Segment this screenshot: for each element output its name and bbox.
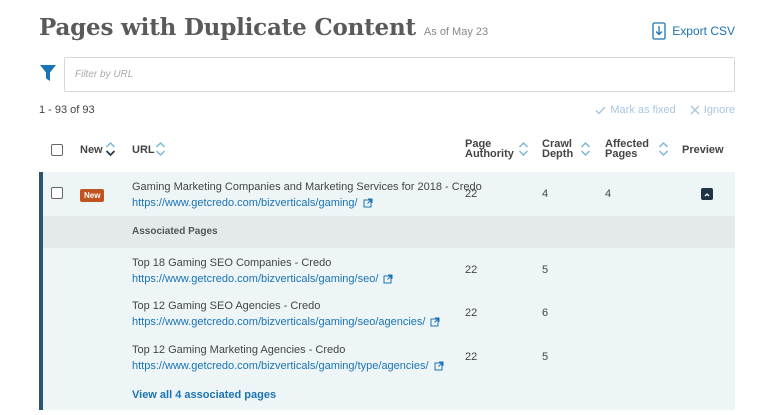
- associated-pages-title: Associated Pages: [132, 226, 218, 237]
- column-page-authority[interactable]: Page Authority: [465, 139, 514, 160]
- affected-pages-value: 4: [605, 188, 612, 200]
- external-link-icon[interactable]: [363, 198, 373, 208]
- column-url[interactable]: URL: [132, 145, 155, 156]
- crawl-depth-value: 5: [542, 351, 549, 363]
- select-all-checkbox[interactable]: [51, 144, 63, 156]
- page-authority-value: 22: [465, 351, 478, 363]
- preview-toggle-button[interactable]: [701, 188, 713, 200]
- as-of-date: As of May 23: [423, 26, 489, 38]
- table-row: New Gaming Marketing Companies and Marke…: [39, 172, 735, 216]
- export-csv-button[interactable]: Export CSV: [652, 22, 735, 40]
- associated-page-title: Top 12 Gaming Marketing Agencies - Credo: [132, 344, 346, 356]
- page-title: Pages with Duplicate Content: [39, 14, 416, 41]
- page-authority-value: 22: [465, 264, 478, 276]
- associated-pages-list: Top 18 Gaming SEO Companies - Credo http…: [39, 248, 735, 410]
- check-icon: [595, 106, 606, 115]
- external-link-icon[interactable]: [383, 274, 393, 284]
- list-item: Top 18 Gaming SEO Companies - Credo http…: [43, 257, 735, 297]
- external-link-icon[interactable]: [430, 317, 440, 327]
- associated-page-title: Top 12 Gaming SEO Agencies - Credo: [132, 300, 321, 312]
- ignore-label: Ignore: [703, 104, 735, 116]
- collapse-icon: [704, 193, 710, 197]
- crawl-depth-value: 6: [542, 307, 549, 319]
- associated-page-url-link[interactable]: https://www.getcredo.com/bizverticals/ga…: [132, 273, 393, 285]
- column-crawl-depth[interactable]: Crawl Depth: [542, 139, 573, 160]
- row-page-info: Gaming Marketing Companies and Marketing…: [132, 181, 482, 211]
- associated-page-url-link[interactable]: https://www.getcredo.com/bizverticals/ga…: [132, 360, 444, 372]
- export-csv-label: Export CSV: [672, 24, 735, 38]
- row-checkbox[interactable]: [51, 187, 63, 199]
- bulk-actions: Mark as fixed Ignore: [581, 104, 735, 116]
- filter-url-input[interactable]: [64, 57, 735, 92]
- list-item: Top 12 Gaming Marketing Agencies - Credo…: [43, 344, 735, 384]
- associated-page-url-link[interactable]: https://www.getcredo.com/bizverticals/ga…: [132, 316, 440, 328]
- crawl-depth-value: 4: [542, 188, 549, 200]
- row-page-title: Gaming Marketing Companies and Marketing…: [132, 181, 482, 193]
- sort-arrows-icon[interactable]: [658, 141, 669, 157]
- list-item: Top 12 Gaming SEO Agencies - Credo https…: [43, 300, 735, 340]
- download-file-icon: [652, 22, 666, 40]
- sort-arrows-icon[interactable]: [580, 141, 591, 157]
- funnel-icon[interactable]: [39, 64, 57, 82]
- associated-page-title: Top 18 Gaming SEO Companies - Credo: [132, 257, 332, 269]
- sort-arrows-icon[interactable]: [105, 141, 116, 157]
- page-authority-value: 22: [465, 307, 478, 319]
- crawl-depth-value: 5: [542, 264, 549, 276]
- column-affected-pages[interactable]: Affected Pages: [605, 139, 649, 160]
- results-count: 1 - 93 of 93: [39, 104, 95, 116]
- page-header: Pages with Duplicate Content As of May 2…: [39, 14, 488, 41]
- sort-arrows-icon[interactable]: [518, 141, 529, 157]
- external-link-icon[interactable]: [434, 361, 444, 371]
- mark-as-fixed-button[interactable]: Mark as fixed: [595, 104, 676, 116]
- new-badge: New: [80, 189, 105, 202]
- page-authority-value: 22: [465, 188, 478, 200]
- column-new[interactable]: New: [80, 145, 103, 156]
- ignore-button[interactable]: Ignore: [690, 104, 735, 116]
- x-icon: [690, 105, 700, 115]
- associated-pages-header: Associated Pages: [39, 216, 735, 248]
- sort-arrows-icon[interactable]: [155, 141, 166, 157]
- column-preview: Preview: [682, 144, 724, 156]
- table-header: New URL Page Authority Crawl Depth Affec…: [39, 132, 735, 172]
- view-all-associated-pages-link[interactable]: View all 4 associated pages: [132, 389, 276, 401]
- mark-as-fixed-label: Mark as fixed: [610, 104, 676, 116]
- row-page-url-link[interactable]: https://www.getcredo.com/bizverticals/ga…: [132, 197, 373, 209]
